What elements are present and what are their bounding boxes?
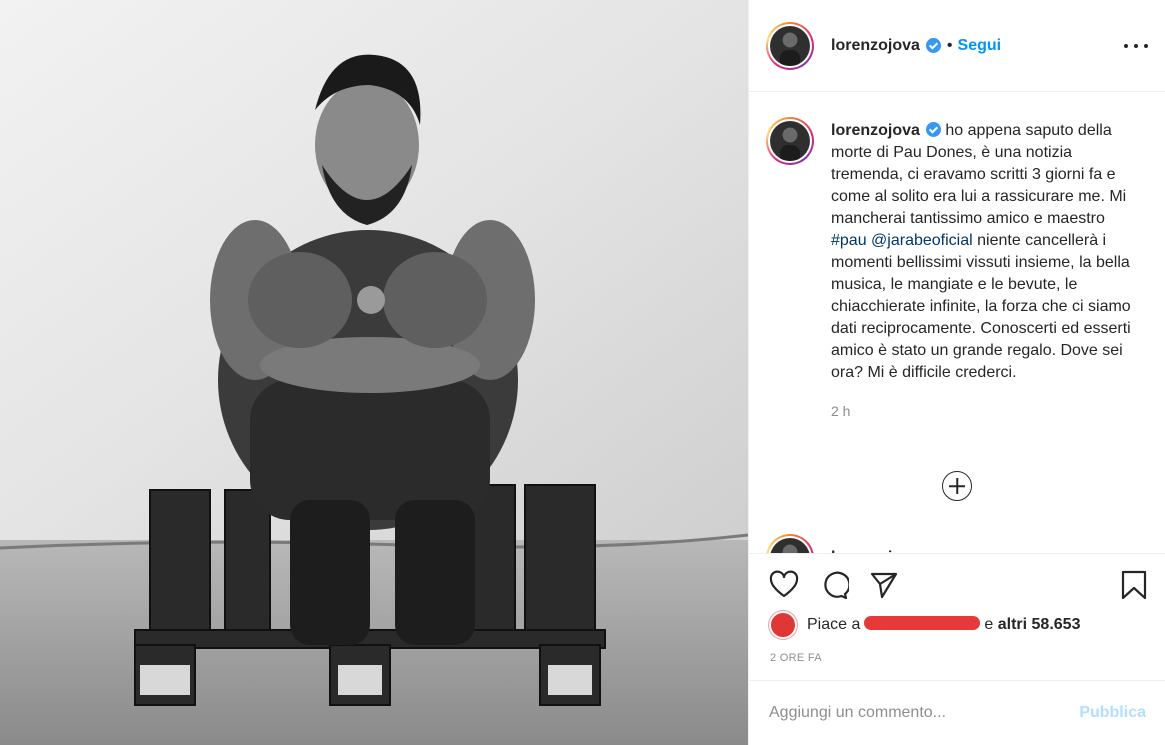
post-details-panel: lorenzojova • Segui lorenzojova ho appen… [748, 0, 1165, 745]
verified-badge-icon [925, 38, 941, 53]
likes-prefix: Piace a [807, 616, 861, 633]
post-image [0, 0, 748, 745]
caption-time[interactable]: 2 h [831, 400, 1133, 422]
next-comment: lorenzojova [766, 534, 920, 553]
likes-connector: e [984, 616, 994, 633]
publish-button[interactable]: Pubblica [1079, 704, 1146, 722]
plus-circle-icon[interactable] [942, 471, 972, 501]
liker-avatar[interactable] [769, 611, 797, 639]
verified-badge-icon [925, 122, 941, 137]
likes-text: Piace a e altri 58.653 [807, 616, 1080, 634]
post-actions: Piace a e altri 58.653 2 ORE FA [749, 553, 1165, 680]
separator-dot: • [946, 36, 953, 54]
comments-section: lorenzojova ho appena saputo della morte… [749, 93, 1165, 553]
post-timestamp[interactable]: 2 ORE FA [770, 652, 822, 664]
hashtag-link[interactable]: #pau [831, 232, 867, 249]
comment-icon[interactable] [819, 570, 849, 600]
paper-plane-icon[interactable] [869, 570, 899, 600]
redacted-username [864, 616, 981, 630]
likes-count-link[interactable]: altri 58.653 [998, 616, 1081, 633]
author-username[interactable]: lorenzojova [831, 37, 920, 55]
caption-username[interactable]: lorenzojova [831, 122, 920, 139]
more-options-icon[interactable] [1124, 34, 1148, 58]
post-header: lorenzojova • Segui [749, 0, 1165, 92]
bookmark-icon[interactable] [1119, 570, 1149, 600]
mention-link[interactable]: @jarabeoficial [871, 232, 973, 249]
caption: lorenzojova ho appena saputo della morte… [766, 117, 1133, 422]
post-photo[interactable] [0, 0, 748, 745]
heart-icon[interactable] [769, 570, 799, 600]
comment-input[interactable] [769, 704, 1080, 722]
follow-button[interactable]: Segui [958, 37, 1002, 55]
add-comment-bar: Pubblica [749, 680, 1165, 745]
caption-avatar[interactable] [766, 117, 814, 165]
caption-text: lorenzojova ho appena saputo della morte… [831, 120, 1133, 422]
caption-body-end: niente cancellerà i momenti bellissimi v… [831, 232, 1131, 381]
author-avatar[interactable] [766, 21, 814, 70]
likes-summary: Piace a e altri 58.653 [769, 611, 1080, 639]
comment-avatar[interactable] [766, 534, 814, 553]
